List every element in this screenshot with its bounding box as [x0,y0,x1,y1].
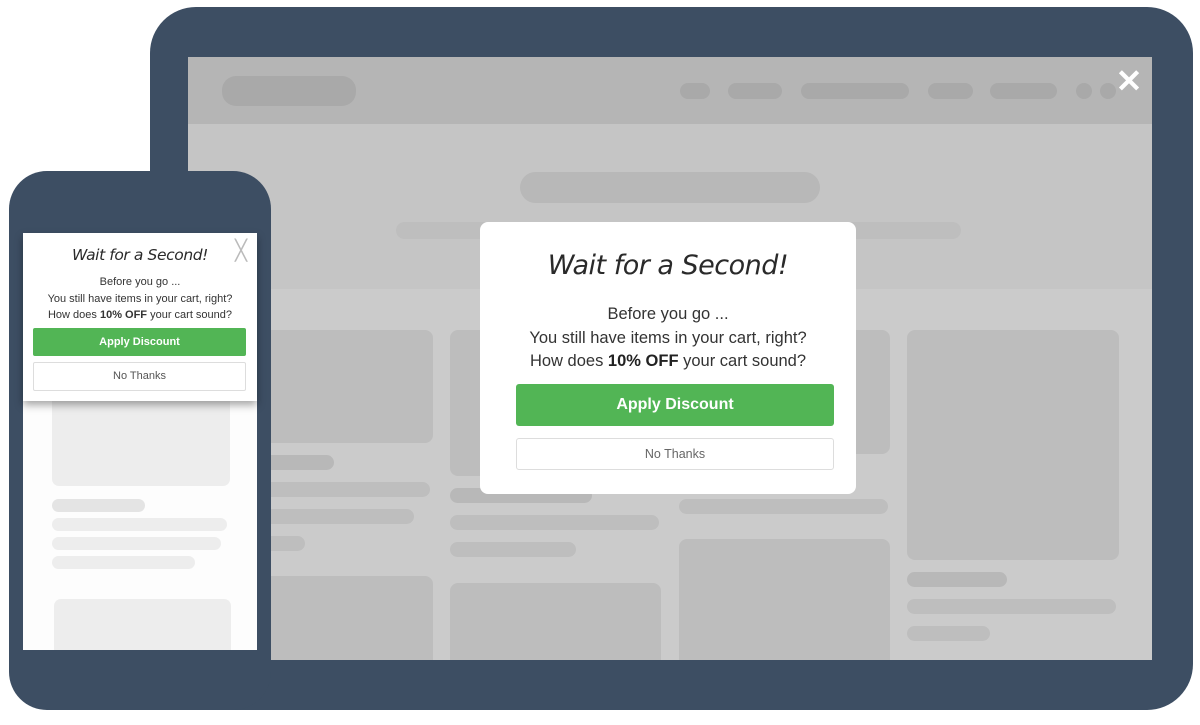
placeholder-text [52,556,195,569]
placeholder-logo [222,76,356,106]
placeholder-text [250,482,430,497]
popup-line-3: How does 10% OFF your cart sound? [23,307,257,324]
placeholder-nav-item [680,83,710,99]
placeholder-card-image [54,599,231,650]
placeholder-navbar [188,57,1152,124]
no-thanks-button[interactable]: No Thanks [516,438,834,470]
popup-line-3-suffix: your cart sound? [147,309,233,321]
placeholder-text [907,572,1007,587]
popup-message: Before you go ... You still have items i… [480,303,856,374]
placeholder-text [907,599,1116,614]
close-icon[interactable]: ╳ [235,241,247,261]
placeholder-text [679,499,888,514]
popup-line-3: How does 10% OFF your cart sound? [480,350,856,374]
placeholder-text [52,537,221,550]
placeholder-text [52,518,227,531]
placeholder-card-image [907,330,1119,560]
placeholder-hero-title [520,172,820,203]
placeholder-text [450,515,659,530]
discount-amount: 10% OFF [607,352,679,370]
popup-title: Wait for a Second! [71,246,208,264]
placeholder-text [450,542,576,557]
popup-line-2: You still have items in your cart, right… [47,292,233,305]
placeholder-card-image [679,539,890,660]
apply-discount-button[interactable]: Apply Discount [33,328,246,356]
placeholder-nav-item [928,83,973,99]
placeholder-card-image [52,393,230,486]
popup-line-3-prefix: How does [47,309,100,321]
discount-amount: 10% OFF [99,309,148,321]
exit-intent-popup-mobile: Wait for a Second! ╳ Before you go ... Y… [23,233,257,401]
placeholder-card-image [250,576,433,660]
popup-line-1: Before you go ... [99,276,181,288]
popup-line-3-suffix: your cart sound? [678,352,807,370]
popup-message: Before you go ... You still have items i… [23,274,257,324]
placeholder-nav-icon [1076,83,1092,99]
placeholder-text [907,626,990,641]
exit-intent-popup-desktop: Wait for a Second! Before you go ... You… [480,222,856,494]
placeholder-card-image [250,330,433,443]
popup-title: Wait for a Second! [547,250,789,281]
popup-line-3-prefix: How does [529,352,608,370]
popup-line-1: Before you go ... [607,305,729,323]
placeholder-text [52,499,145,512]
popup-line-2: You still have items in your cart, right… [529,328,807,347]
apply-discount-button[interactable]: Apply Discount [516,384,834,426]
no-thanks-button[interactable]: No Thanks [33,362,246,391]
placeholder-text [250,509,414,524]
close-icon[interactable]: ✕ [1114,65,1144,97]
placeholder-nav-item [990,83,1057,99]
placeholder-card-image [450,583,661,660]
placeholder-nav-item [801,83,909,99]
placeholder-nav-item [728,83,782,99]
